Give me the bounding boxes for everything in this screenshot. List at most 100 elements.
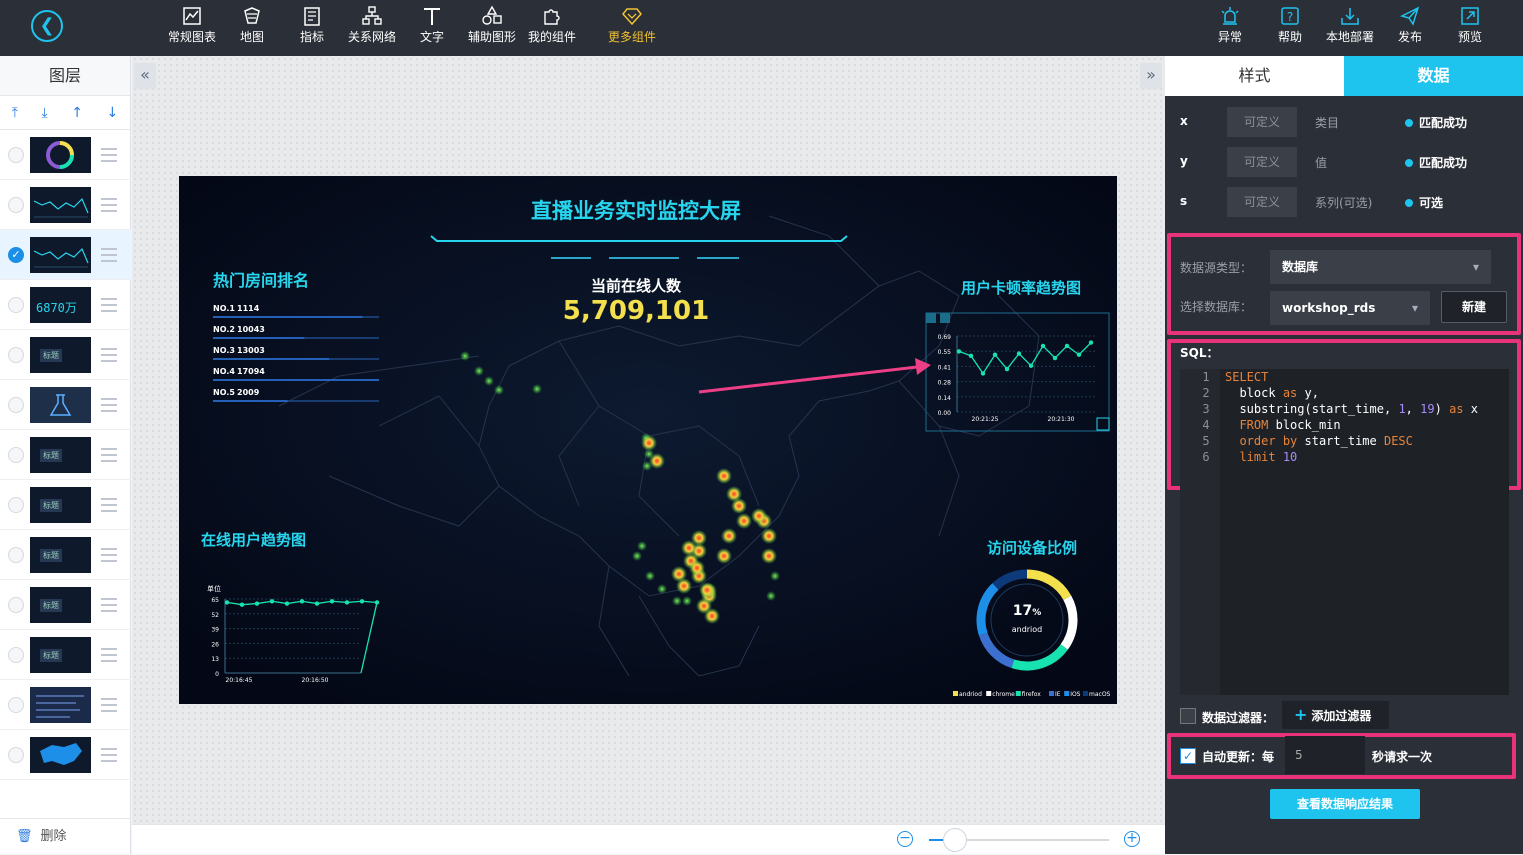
layer-select-radio[interactable] — [8, 347, 24, 363]
online-ytick: 26 — [211, 641, 219, 648]
sql-line: order by start_time DESC — [1239, 434, 1413, 448]
move-up-icon[interactable]: ↑ — [71, 105, 83, 121]
toolbar-indicator-button[interactable]: 指标 — [282, 5, 342, 51]
send-icon — [1380, 5, 1440, 29]
layer-order-toolbar: ⤒ ⤓ ↑ ↓ — [0, 96, 130, 130]
toolbar-text-button[interactable]: 文字 — [402, 5, 462, 51]
layer-thumbnail — [30, 687, 91, 723]
layer-checked-icon[interactable]: ✓ — [8, 247, 24, 263]
layer-select-radio[interactable] — [8, 147, 24, 163]
drag-handle-icon[interactable] — [101, 298, 117, 312]
toolbar-shapes-button[interactable]: 辅助图形 — [462, 5, 522, 51]
zoom-slider-handle[interactable] — [943, 828, 967, 852]
field-alias-input[interactable]: 可定义 — [1227, 147, 1297, 177]
screen-title: 直播业务实时监控大屏 — [531, 199, 741, 223]
lag-ytick: 0.14 — [938, 395, 952, 402]
toolbar-label: 我的组件 — [527, 30, 576, 44]
layer-select-radio[interactable] — [8, 447, 24, 463]
add-filter-button[interactable]: + 添加过滤器 — [1282, 701, 1389, 729]
layer-item[interactable] — [0, 680, 131, 730]
drag-handle-icon[interactable] — [101, 398, 117, 412]
local-deploy-button[interactable]: 本地部署 — [1320, 5, 1380, 51]
layer-thumbnail — [30, 387, 91, 423]
online-point — [239, 602, 245, 607]
move-down-icon[interactable]: ↓ — [107, 105, 119, 121]
delete-layer-button[interactable]: 🗑 删除 — [0, 818, 131, 854]
sql-editor[interactable]: 1 2 3 4 5 6 SELECT block as y, substring… — [1180, 369, 1509, 695]
alarm-button[interactable]: 异常 — [1200, 5, 1260, 51]
layer-item[interactable]: 标题 — [0, 630, 131, 680]
toolbar-my-components-button[interactable]: 我的组件 — [522, 5, 582, 51]
send-to-back-icon[interactable]: ⤓ — [42, 105, 48, 121]
layer-select-radio[interactable] — [8, 697, 24, 713]
help-button[interactable]: ? 帮助 — [1260, 5, 1320, 51]
layer-select-radio[interactable] — [8, 647, 24, 663]
layer-item[interactable]: 标题 — [0, 480, 131, 530]
dashboard-screen[interactable]: 直播业务实时监控大屏 当前在线人数 5,709,101 热门房间排名 NO.1 1… — [179, 176, 1117, 704]
layer-item[interactable] — [0, 380, 131, 430]
drag-handle-icon[interactable] — [101, 648, 117, 662]
back-button[interactable]: ❮ — [31, 10, 63, 42]
publish-button[interactable]: 发布 — [1380, 5, 1440, 51]
layer-item[interactable]: 标题 — [0, 430, 131, 480]
layer-select-radio[interactable] — [8, 497, 24, 513]
thumbnail-tag: 标题 — [40, 599, 62, 612]
bring-to-front-icon[interactable]: ⤒ — [12, 105, 18, 121]
source-type-select[interactable]: 数据库 ▾ — [1270, 250, 1491, 284]
toolbar-chart-button[interactable]: 常规图表 — [162, 5, 222, 51]
toolbar-more-components-button[interactable]: 更多组件 — [602, 5, 662, 51]
drag-handle-icon[interactable] — [101, 598, 117, 612]
zoom-out-icon[interactable]: − — [897, 831, 913, 847]
layer-item[interactable] — [0, 130, 131, 180]
preview-button[interactable]: 预览 — [1440, 5, 1500, 51]
layer-item[interactable]: 6870万 — [0, 280, 131, 330]
lag-point — [1052, 355, 1058, 361]
layer-item[interactable]: 标题 — [0, 530, 131, 580]
layer-item[interactable] — [0, 180, 131, 230]
new-database-button[interactable]: 新建 — [1441, 291, 1507, 323]
field-mapping-y: y 可定义 值 匹配成功 — [1165, 142, 1523, 182]
layer-select-radio[interactable] — [8, 547, 24, 563]
drag-handle-icon[interactable] — [101, 698, 117, 712]
collapse-left-button[interactable]: « — [134, 63, 156, 89]
layer-item-selected[interactable]: ✓ — [0, 230, 131, 280]
sql-line: block as y, — [1239, 386, 1319, 400]
field-alias-input[interactable]: 可定义 — [1227, 187, 1297, 217]
layer-select-radio[interactable] — [8, 397, 24, 413]
layer-select-radio[interactable] — [8, 297, 24, 313]
layer-item[interactable] — [0, 730, 131, 780]
heat-point-green — [484, 376, 494, 386]
field-alias-input[interactable]: 可定义 — [1227, 107, 1297, 137]
layer-item[interactable]: 标题 — [0, 330, 131, 380]
drag-handle-icon[interactable] — [101, 448, 117, 462]
layer-thumbnail — [30, 237, 91, 273]
view-response-button[interactable]: 查看数据响应结果 — [1270, 789, 1420, 819]
lag-point — [968, 353, 974, 359]
drag-handle-icon[interactable] — [101, 498, 117, 512]
database-select[interactable]: workshop_rds ▾ — [1270, 291, 1430, 325]
data-filter-checkbox[interactable] — [1180, 708, 1196, 724]
online-point — [314, 601, 320, 606]
layer-item[interactable]: 标题 — [0, 580, 131, 630]
field-key: s — [1180, 194, 1188, 208]
layer-select-radio[interactable] — [8, 597, 24, 613]
drag-handle-icon[interactable] — [101, 148, 117, 162]
toolbar-label: 帮助 — [1277, 30, 1302, 44]
auto-update-checkbox[interactable]: ✓ — [1180, 748, 1196, 764]
tab-data[interactable]: 数据 — [1344, 56, 1523, 96]
rank-value: 1114 — [237, 304, 260, 313]
tab-style[interactable]: 样式 — [1165, 56, 1344, 96]
toolbar-map-button[interactable]: 地图 — [222, 5, 282, 51]
drag-handle-icon[interactable] — [101, 748, 117, 762]
drag-handle-icon[interactable] — [101, 548, 117, 562]
layer-select-radio[interactable] — [8, 747, 24, 763]
layer-select-radio[interactable] — [8, 197, 24, 213]
collapse-right-button[interactable]: » — [1140, 63, 1162, 89]
zoom-in-icon[interactable]: + — [1124, 831, 1140, 847]
auto-update-interval-input[interactable]: 5 — [1285, 736, 1365, 774]
lag-point — [1004, 366, 1010, 372]
drag-handle-icon[interactable] — [101, 198, 117, 212]
drag-handle-icon[interactable] — [101, 248, 117, 262]
toolbar-network-button[interactable]: 关系网络 — [342, 5, 402, 51]
drag-handle-icon[interactable] — [101, 348, 117, 362]
